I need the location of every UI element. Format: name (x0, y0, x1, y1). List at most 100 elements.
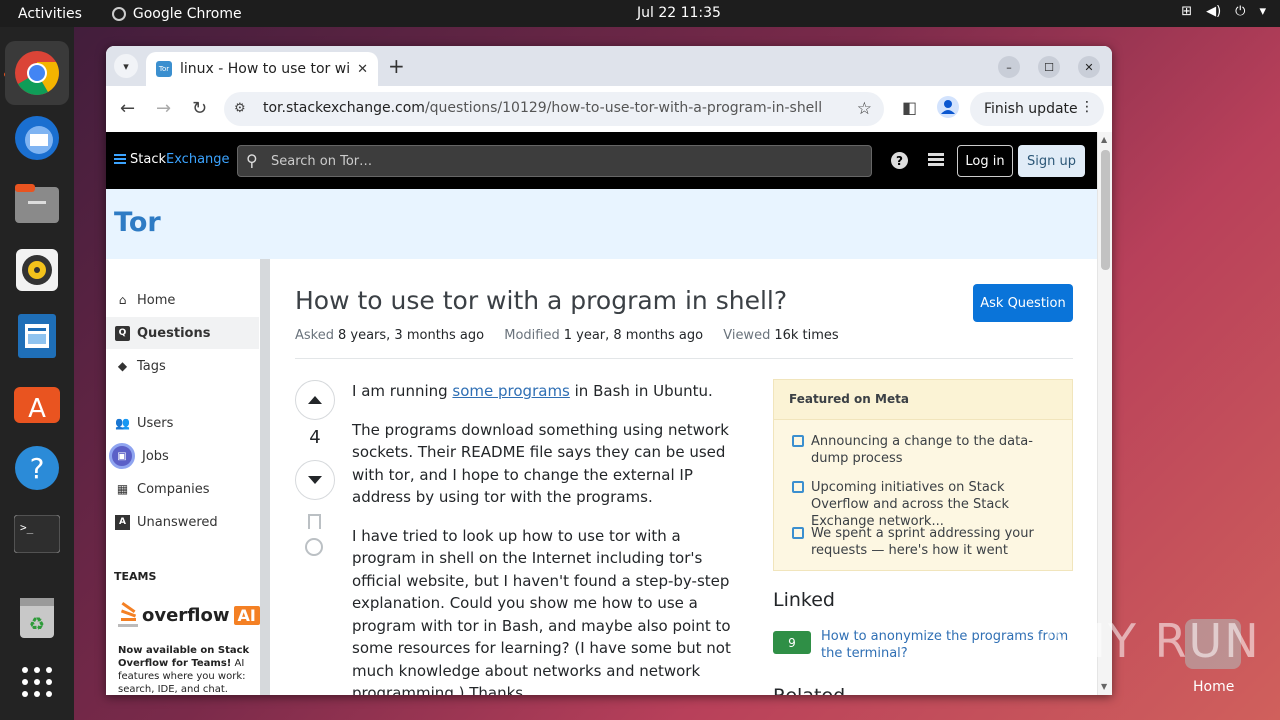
question-main: How to use tor with a program in shell? … (295, 259, 1075, 695)
window-close-button[interactable]: ✕ (1078, 56, 1100, 78)
close-icon[interactable]: ✕ (357, 62, 368, 77)
svg-text:>_: >_ (20, 521, 34, 534)
logo-text-stack: Stack (130, 152, 166, 167)
linked-question[interactable]: 9 How to anonymize the programs from the… (773, 628, 1071, 662)
sidebar-item-jobs[interactable]: ▣ Jobs (106, 440, 259, 472)
sidebar-item-label: Unanswered (137, 514, 218, 530)
trash-icon[interactable]: ♻ (12, 593, 62, 643)
svg-text:♻: ♻ (29, 614, 45, 635)
unanswered-icon: A (115, 514, 130, 530)
some-programs-link[interactable]: some programs (452, 382, 569, 400)
forward-arrow-icon[interactable]: → (156, 98, 171, 119)
scrollbar-thumb[interactable] (1101, 150, 1110, 270)
se-topbar: Stack Exchange ⚲ Search on Tor… ? Log in … (106, 132, 1097, 189)
network-icon: ⊞ (1181, 4, 1193, 19)
url-text[interactable]: tor.stackexchange.com/questions/10129/ho… (263, 100, 822, 116)
sidebar-item-unanswered[interactable]: A Unanswered (106, 506, 259, 538)
sidebar-item-companies[interactable]: ▦ Companies (106, 473, 259, 505)
appstore-icon[interactable]: A (12, 377, 62, 427)
tab-strip: ▾ Tor linux - How to use tor wit ✕ + – ☐… (106, 46, 1112, 86)
arrow-up-icon (308, 396, 322, 404)
bookmark-star-icon[interactable]: ☆ (857, 99, 872, 119)
left-sidebar: ⌂ Home Q Questions ◆ Tags 👥 Users ▣ Jobs ▦ Com… (106, 259, 270, 695)
login-button[interactable]: Log in (957, 145, 1013, 177)
sidebar-item-home[interactable]: ⌂ Home (106, 284, 259, 316)
ofai-word: overflow (142, 604, 230, 626)
help-center-icon[interactable]: ? (891, 152, 908, 169)
modified-value[interactable]: 1 year, 8 months ago (564, 328, 703, 343)
sidebar-item-tags[interactable]: ◆ Tags (106, 350, 259, 382)
linked-heading: Linked (773, 589, 835, 611)
ofai-badge: AI (233, 605, 260, 625)
tor-favicon-icon: Tor (156, 61, 172, 77)
page-scrollbar[interactable]: ▲ ▼ (1097, 132, 1112, 695)
sidebar-item-questions[interactable]: Q Questions (106, 317, 259, 349)
rhythmbox-icon[interactable] (12, 245, 62, 295)
thunderbird-icon[interactable] (12, 113, 62, 163)
question-meta: Asked 8 years, 3 months ago Modified 1 yea… (295, 328, 855, 343)
app-grid-icon[interactable] (12, 657, 62, 707)
history-icon[interactable] (305, 538, 323, 556)
writer-icon[interactable] (12, 311, 62, 361)
featured-meta-title: Featured on Meta (774, 380, 1072, 420)
minimize-button[interactable]: – (998, 56, 1020, 78)
finish-update-label: Finish update (984, 101, 1078, 117)
chrome-icon[interactable] (5, 41, 69, 105)
page-content: Stack Exchange ⚲ Search on Tor… ? Log in … (106, 132, 1097, 695)
power-icon: ⏻ (1235, 4, 1246, 19)
side-panel-icon[interactable]: ◧ (902, 98, 917, 117)
meta-item[interactable]: Upcoming initiatives on Stack Overflow a… (792, 479, 1062, 530)
profile-avatar[interactable] (937, 96, 959, 123)
meta-item[interactable]: We spent a sprint addressing your reques… (792, 525, 1062, 559)
scroll-down-icon[interactable]: ▼ (1101, 682, 1107, 691)
browser-window: ▾ Tor linux - How to use tor wit ✕ + – ☐… (106, 46, 1112, 695)
modified-label: Modified (504, 328, 560, 343)
related-heading: Related (773, 685, 845, 695)
viewed-label: Viewed (723, 328, 771, 343)
bookmark-icon[interactable] (308, 514, 321, 529)
files-icon[interactable] (12, 179, 62, 229)
maximize-button[interactable]: ☐ (1038, 56, 1060, 78)
new-tab-button[interactable]: + (388, 54, 405, 78)
linked-question-link[interactable]: How to anonymize the programs from the t… (821, 628, 1071, 662)
question-title[interactable]: How to use tor with a program in shell? (295, 286, 787, 315)
site-search-input[interactable]: ⚲ Search on Tor… (237, 145, 872, 177)
building-icon: ▦ (116, 482, 129, 496)
reload-icon[interactable]: ↻ (192, 98, 207, 119)
search-placeholder: Search on Tor… (271, 154, 373, 169)
back-arrow-icon[interactable]: ← (120, 98, 135, 119)
speech-bubble-icon (792, 435, 804, 447)
teams-promo-bold: Now available on Stack Overflow for Team… (118, 645, 250, 669)
svg-text:A: A (28, 394, 46, 423)
sidebar-item-label: Tags (137, 358, 166, 374)
questions-icon: Q (115, 325, 130, 341)
system-tray[interactable]: ⊞ ◀) ⏻ ▾ (1181, 4, 1266, 19)
activities-button[interactable]: Activities (18, 6, 82, 22)
downvote-button[interactable] (295, 460, 335, 500)
sidebar-item-label: Companies (137, 481, 210, 497)
clock[interactable]: Jul 22 11:35 (637, 5, 721, 21)
sidebar-item-label: Home (137, 292, 176, 308)
upvote-button[interactable] (295, 380, 335, 420)
stackexchange-logo[interactable]: Stack Exchange (114, 152, 230, 167)
app-menu[interactable]: Google Chrome (111, 6, 242, 22)
desktop-home-label[interactable]: Home (1193, 679, 1234, 695)
signup-button[interactable]: Sign up (1018, 145, 1085, 177)
kebab-menu-icon[interactable]: ⋮ (1080, 99, 1094, 115)
help-icon[interactable]: ? (12, 443, 62, 493)
sidebar-item-users[interactable]: 👥 Users (106, 407, 259, 439)
ask-question-button[interactable]: Ask Question (973, 284, 1073, 322)
site-name[interactable]: Tor (114, 207, 161, 238)
site-switcher-icon[interactable] (928, 153, 944, 166)
sidebar-item-label: Users (137, 415, 174, 431)
tab-active[interactable]: Tor linux - How to use tor wit ✕ (146, 52, 378, 86)
meta-item[interactable]: Announcing a change to the data-dump pro… (792, 433, 1062, 467)
chrome-small-icon (111, 6, 126, 21)
scroll-up-icon[interactable]: ▲ (1101, 135, 1107, 144)
overflow-ai-logo[interactable]: overflow AI (118, 601, 260, 628)
tab-search-button[interactable]: ▾ (114, 54, 138, 78)
finish-update-button[interactable]: Finish update ⋮ (970, 92, 1104, 126)
address-bar[interactable]: ⚙ tor.stackexchange.com/questions/10129/… (224, 92, 884, 126)
terminal-icon[interactable]: >_ (12, 509, 62, 559)
site-info-icon[interactable]: ⚙ (234, 101, 246, 116)
